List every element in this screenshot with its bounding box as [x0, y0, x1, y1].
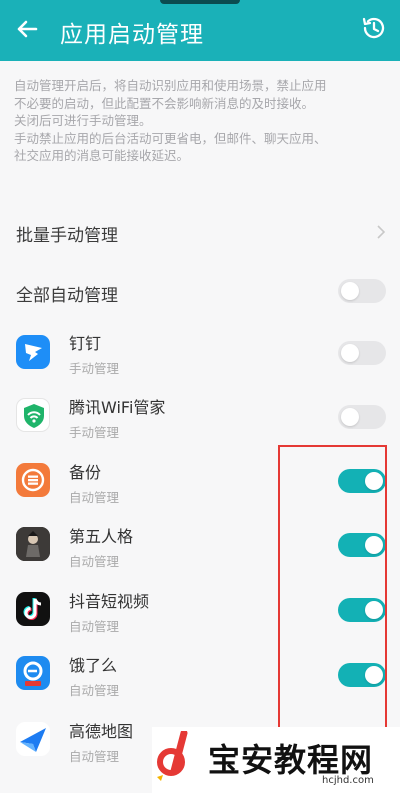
toggle-knob [341, 282, 359, 300]
chevron-right-icon [377, 225, 386, 239]
identity-v-icon [16, 527, 50, 561]
description-line: 自动管理开启后，将自动识别应用和使用场景，禁止应用 [14, 78, 327, 93]
app-status: 自动管理 [69, 490, 120, 505]
watermark-logo-icon [157, 731, 188, 781]
page-title: 应用启动管理 [60, 22, 204, 48]
title-bar: 应用启动管理 [0, 0, 400, 61]
app-status: 手动管理 [69, 361, 120, 376]
eleme-icon [16, 656, 50, 690]
back-arrow-icon[interactable] [12, 14, 42, 44]
app-status: 手动管理 [69, 425, 120, 440]
app-name: 钉钉 [69, 334, 102, 353]
tencent-wifi-icon [16, 398, 50, 432]
app-name: 腾讯WiFi管家 [69, 398, 166, 417]
app-name: 备份 [69, 463, 102, 482]
description-line: 不必要的启动，但此配置不会影响新消息的及时接收。 [14, 95, 315, 111]
batch-manual-label: 批量手动管理 [16, 226, 118, 246]
all-auto-label: 全部自动管理 [16, 286, 118, 306]
toggle-knob [341, 344, 359, 362]
app-status: 自动管理 [69, 619, 120, 634]
camera-notch [160, 0, 240, 4]
toggle-knob [341, 408, 359, 426]
amap-icon [16, 722, 50, 756]
app-status: 自动管理 [69, 749, 120, 764]
history-clock-icon[interactable] [360, 14, 388, 42]
app-toggle-dingtalk[interactable] [338, 341, 386, 365]
app-toggle-tencent-wifi[interactable] [338, 405, 386, 429]
description-text: 自动管理开启后，将自动识别应用和使用场景，禁止应用 不必要的启动，但此配置不会影… [14, 77, 389, 165]
all-auto-toggle[interactable] [338, 279, 386, 303]
highlight-box [278, 445, 387, 735]
app-status: 自动管理 [69, 554, 120, 569]
app-name: 第五人格 [69, 527, 134, 546]
backup-icon [16, 463, 50, 497]
site-watermark: 宝安教程网 hcjhd.com [152, 727, 400, 793]
app-name: 饿了么 [69, 656, 118, 675]
app-status: 自动管理 [69, 683, 120, 698]
description-line: 关闭后可进行手动管理。 [14, 113, 152, 128]
app-name: 抖音短视频 [69, 592, 150, 611]
dingtalk-icon [16, 335, 50, 369]
description-line: 社交应用的消息可能接收延迟。 [14, 148, 190, 163]
watermark-url: hcjhd.com [322, 775, 374, 786]
description-line: 手动禁止应用的后台活动可更省电，但邮件、聊天应用、 [14, 130, 327, 146]
douyin-icon [16, 592, 50, 626]
app-name: 高德地图 [69, 722, 134, 741]
